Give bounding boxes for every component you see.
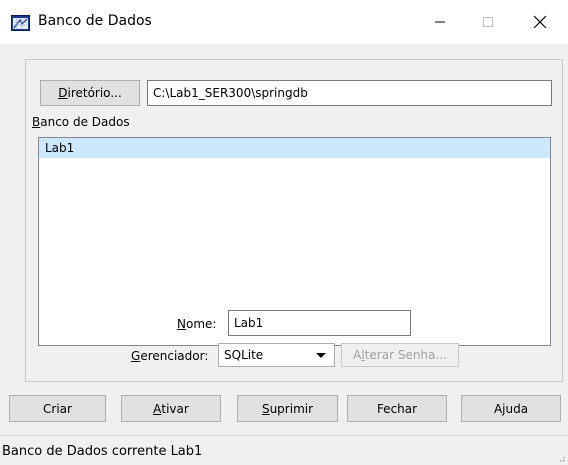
alter-rest: terar Senha... xyxy=(364,348,447,362)
suppress-button-label: uprimir xyxy=(269,401,314,416)
close-dialog-button-label: Fechar xyxy=(376,401,418,416)
window-title: Banco de Dados xyxy=(38,13,152,29)
manager-select[interactable]: SQLite xyxy=(218,343,335,367)
directory-path: C:\Lab1_SER300\springdb xyxy=(153,86,308,100)
close-button[interactable] xyxy=(517,0,563,44)
create-button-label: Criar xyxy=(43,401,72,416)
name-label: Nome: xyxy=(177,317,216,331)
resize-grip-icon[interactable] xyxy=(557,454,565,462)
help-button[interactable]: Ajuda xyxy=(461,395,561,422)
dialog-panel: Diretório... C:\Lab1_SER300\springdb Ban… xyxy=(0,44,568,435)
list-item[interactable]: Lab1 xyxy=(39,138,550,158)
app-icon xyxy=(11,15,30,31)
activate-button-label: tivar xyxy=(161,401,189,416)
chevron-down-icon xyxy=(316,353,326,358)
alter-prefix: A xyxy=(353,348,362,362)
close-dialog-button[interactable]: Fechar xyxy=(347,395,447,422)
minimize-button[interactable] xyxy=(417,0,463,44)
suppress-button[interactable]: Suprimir xyxy=(237,395,338,422)
directory-mnemonic: D xyxy=(58,86,68,100)
name-label-rest: ome: xyxy=(185,317,217,331)
list-item-label: Lab1 xyxy=(45,141,75,155)
directory-button[interactable]: Diretório... xyxy=(40,80,140,106)
status-bar: Banco de Dados corrente Lab1 xyxy=(0,435,568,465)
db-list-label: Banco de Dados xyxy=(32,115,130,129)
db-list-mnemonic: B xyxy=(32,115,41,129)
minimize-icon xyxy=(435,21,445,23)
manager-mnemonic: G xyxy=(131,349,141,363)
alter-password-button[interactable]: Al terar Senha... xyxy=(341,343,459,367)
create-button[interactable]: Criar xyxy=(9,395,106,422)
manager-label: Gerenciador: xyxy=(131,349,208,363)
manager-label-rest: erenciador: xyxy=(140,349,209,363)
name-mnemonic: N xyxy=(177,317,186,331)
close-icon xyxy=(533,15,547,29)
name-value: Lab1 xyxy=(234,316,264,330)
directory-path-field[interactable]: C:\Lab1_SER300\springdb xyxy=(147,80,552,106)
directory-button-label: iretório... xyxy=(67,86,122,100)
maximize-icon xyxy=(483,17,493,27)
title-bar: Banco de Dados xyxy=(0,0,568,44)
suppress-mnemonic: S xyxy=(261,401,270,416)
activate-button[interactable]: Ativar xyxy=(121,395,221,422)
maximize-button[interactable] xyxy=(465,0,511,44)
status-text: Banco de Dados corrente Lab1 xyxy=(2,444,203,459)
name-field[interactable]: Lab1 xyxy=(228,310,411,336)
db-list-label-rest: anco de Dados xyxy=(40,115,130,129)
manager-value: SQLite xyxy=(224,348,264,362)
help-button-label: Ajuda xyxy=(493,401,529,416)
activate-mnemonic: A xyxy=(153,401,162,416)
